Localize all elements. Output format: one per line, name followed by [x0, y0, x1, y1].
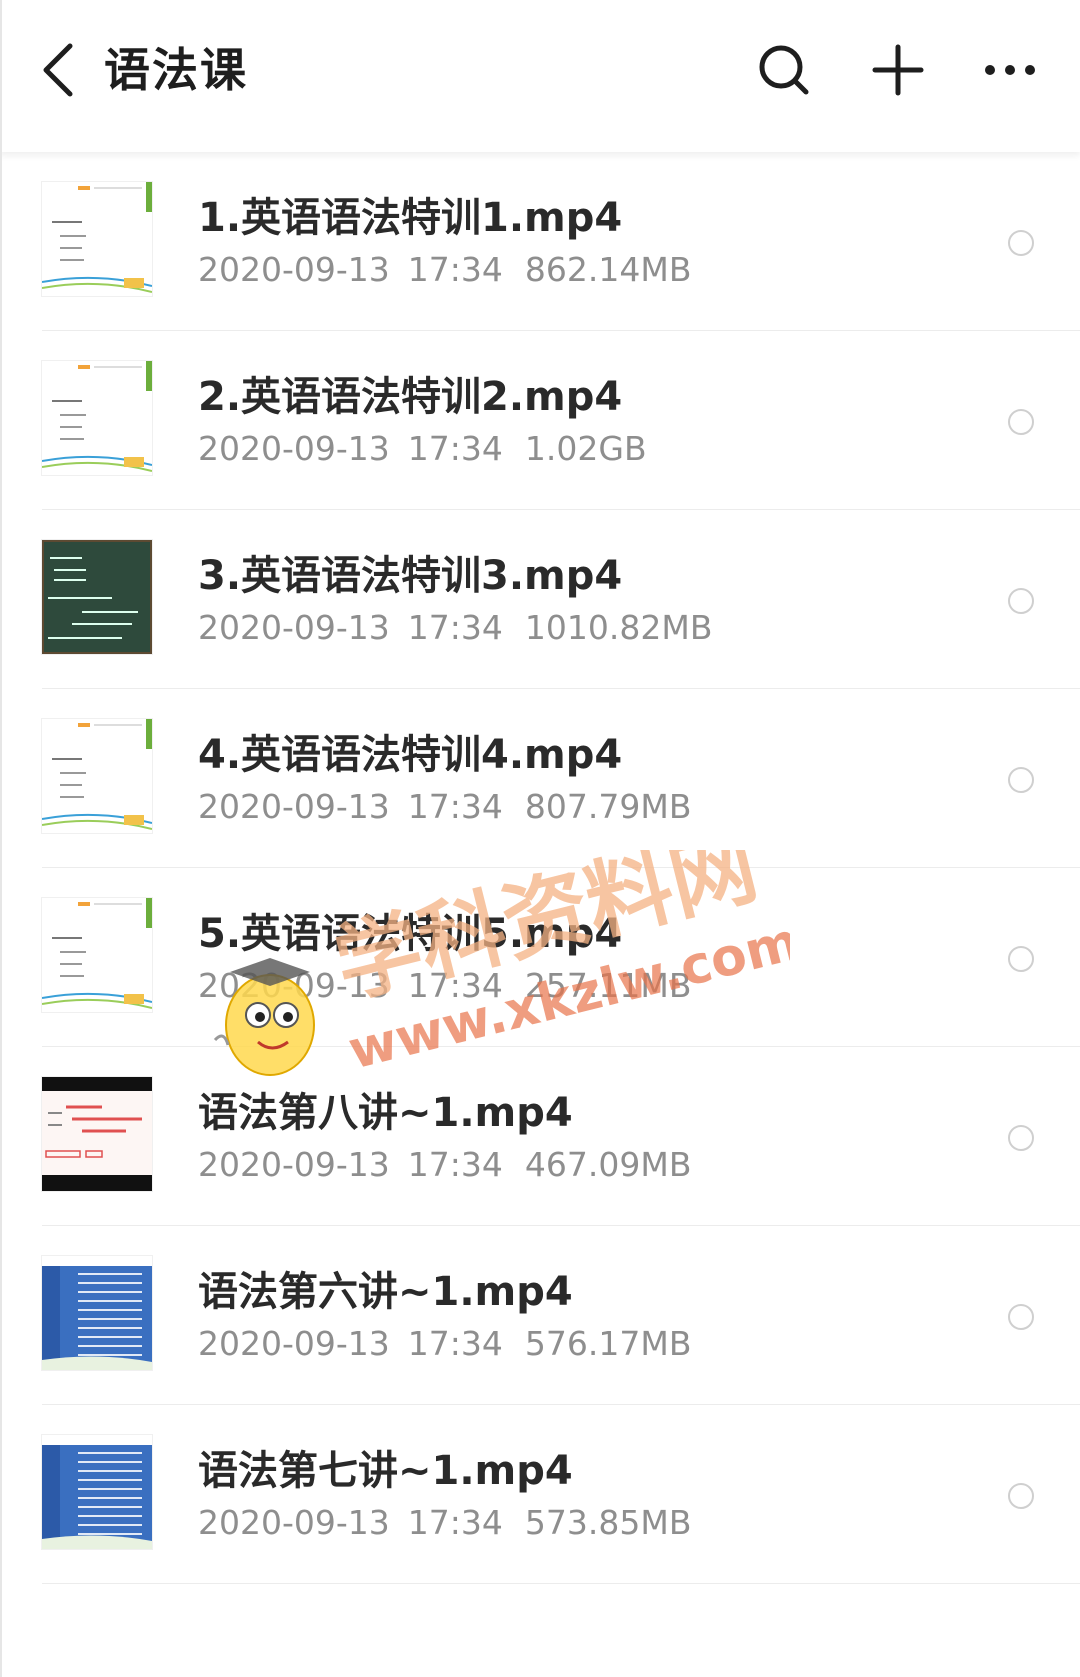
select-radio[interactable]	[1008, 946, 1034, 972]
file-size: 862.14MB	[524, 250, 692, 289]
file-size: 1010.82MB	[524, 608, 713, 647]
back-arrow-icon	[43, 43, 73, 97]
file-name: 语法第七讲~1.mp4	[198, 1448, 573, 1494]
file-name: 语法第八讲~1.mp4	[198, 1090, 573, 1136]
select-radio[interactable]	[1008, 1304, 1034, 1330]
file-size: 467.09MB	[524, 1145, 692, 1184]
select-radio[interactable]	[1008, 409, 1034, 435]
divider	[42, 1583, 1080, 1584]
video-thumbnail	[42, 1077, 152, 1191]
file-item[interactable]: 2.英语语法特训2.mp4 2020-09-13 17:34 1.02GB	[0, 331, 1080, 510]
video-thumbnail	[42, 1256, 152, 1370]
file-date: 2020-09-13	[198, 966, 390, 1005]
add-button[interactable]	[866, 38, 930, 102]
file-time: 17:34	[407, 429, 503, 468]
file-name: 2.英语语法特训2.mp4	[198, 374, 623, 420]
top-bar: 语法课	[0, 0, 1080, 152]
file-item[interactable]: 4.英语语法特训4.mp4 2020-09-13 17:34 807.79MB	[0, 689, 1080, 868]
file-list: 1.英语语法特训1.mp4 2020-09-13 17:34 862.14MB 2.英语…	[0, 152, 1080, 1584]
file-time: 17:34	[407, 608, 503, 647]
file-item[interactable]: 语法第八讲~1.mp4 2020-09-13 17:34 467.09MB	[0, 1047, 1080, 1226]
file-size: 573.85MB	[524, 1503, 692, 1542]
back-button[interactable]	[28, 38, 88, 102]
file-date: 2020-09-13	[198, 429, 390, 468]
file-date: 2020-09-13	[198, 1324, 390, 1363]
file-meta: 2020-09-13 17:34 1.02GB	[198, 427, 647, 471]
file-date: 2020-09-13	[198, 250, 390, 289]
select-radio[interactable]	[1008, 1125, 1034, 1151]
file-meta: 2020-09-13 17:34 576.17MB	[198, 1322, 691, 1366]
file-date: 2020-09-13	[198, 1503, 390, 1542]
file-item[interactable]: 1.英语语法特训1.mp4 2020-09-13 17:34 862.14MB	[0, 152, 1080, 331]
file-name: 5.英语语法特训5.mp4	[198, 911, 623, 957]
file-meta: 2020-09-13 17:34 862.14MB	[198, 248, 691, 292]
file-time: 17:34	[407, 1503, 503, 1542]
file-time: 17:34	[407, 787, 503, 826]
file-item[interactable]: 5.英语语法特训5.mp4 2020-09-13 17:34 257.11MB	[0, 868, 1080, 1047]
video-thumbnail	[42, 361, 152, 475]
file-time: 17:34	[407, 1145, 503, 1184]
file-meta: 2020-09-13 17:34 467.09MB	[198, 1143, 691, 1187]
select-radio[interactable]	[1008, 588, 1034, 614]
file-item[interactable]: 语法第六讲~1.mp4 2020-09-13 17:34 576.17MB	[0, 1226, 1080, 1405]
file-name: 4.英语语法特训4.mp4	[198, 732, 623, 778]
file-date: 2020-09-13	[198, 608, 390, 647]
video-thumbnail	[42, 719, 152, 833]
select-radio[interactable]	[1008, 767, 1034, 793]
file-meta: 2020-09-13 17:34 807.79MB	[198, 785, 691, 829]
file-name: 语法第六讲~1.mp4	[198, 1269, 573, 1315]
file-item[interactable]: 语法第七讲~1.mp4 2020-09-13 17:34 573.85MB	[0, 1405, 1080, 1584]
file-name: 3.英语语法特训3.mp4	[198, 553, 623, 599]
file-time: 17:34	[407, 966, 503, 1005]
video-thumbnail	[42, 898, 152, 1012]
file-date: 2020-09-13	[198, 1145, 390, 1184]
more-button[interactable]	[978, 38, 1042, 102]
video-thumbnail	[42, 1435, 152, 1549]
file-size: 1.02GB	[524, 429, 647, 468]
file-time: 17:34	[407, 1324, 503, 1363]
select-radio[interactable]	[1008, 1483, 1034, 1509]
file-meta: 2020-09-13 17:34 1010.82MB	[198, 606, 712, 650]
file-size: 257.11MB	[524, 966, 692, 1005]
page-title: 语法课	[104, 43, 248, 97]
search-icon	[759, 45, 809, 95]
file-time: 17:34	[407, 250, 503, 289]
file-size: 807.79MB	[524, 787, 692, 826]
file-meta: 2020-09-13 17:34 257.11MB	[198, 964, 691, 1008]
plus-icon	[872, 44, 924, 96]
file-meta: 2020-09-13 17:34 573.85MB	[198, 1501, 691, 1545]
more-dots-icon	[985, 65, 1035, 75]
file-size: 576.17MB	[524, 1324, 692, 1363]
select-radio[interactable]	[1008, 230, 1034, 256]
file-name: 1.英语语法特训1.mp4	[198, 195, 623, 241]
file-item[interactable]: 3.英语语法特训3.mp4 2020-09-13 17:34 1010.82MB	[0, 510, 1080, 689]
file-date: 2020-09-13	[198, 787, 390, 826]
window-edge	[0, 0, 2, 1677]
video-thumbnail	[42, 182, 152, 296]
search-button[interactable]	[752, 38, 816, 102]
video-thumbnail	[42, 540, 152, 654]
